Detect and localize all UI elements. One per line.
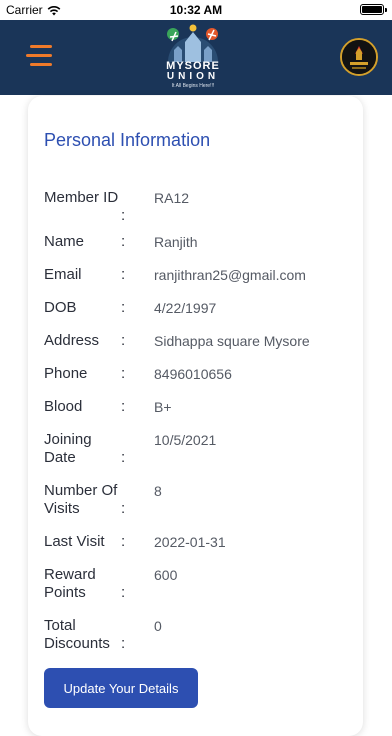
field-colon: : bbox=[121, 533, 126, 550]
update-details-button[interactable]: Update Your Details bbox=[44, 668, 198, 708]
field-colon: : bbox=[121, 398, 126, 415]
field-label: Total Discounts bbox=[44, 617, 110, 652]
field-label: Blood bbox=[44, 398, 83, 415]
mysore-union-logo: MYSORE UNION It All Begins Here!!! bbox=[160, 24, 226, 90]
field-colon: : bbox=[121, 299, 126, 316]
field-value: 8496010656 bbox=[154, 366, 232, 382]
field-value: ranjithran25@gmail.com bbox=[154, 267, 306, 283]
clock: 10:32 AM bbox=[169, 3, 223, 17]
field-colon: : bbox=[121, 635, 126, 652]
section-title: Personal Information bbox=[44, 130, 211, 150]
field-value: 8 bbox=[154, 483, 162, 499]
field-value: 0 bbox=[154, 618, 162, 634]
field-colon: : bbox=[121, 266, 126, 283]
field-label: Joining Date bbox=[44, 431, 92, 466]
field-colon: : bbox=[121, 365, 126, 382]
field-value: 4/22/1997 bbox=[154, 300, 217, 316]
logo-subtitle: UNION bbox=[166, 71, 220, 82]
battery-icon bbox=[360, 4, 387, 15]
field-value: 600 bbox=[154, 567, 178, 583]
field-value: B+ bbox=[154, 399, 172, 415]
field-colon: : bbox=[121, 584, 126, 601]
field-label: Number Of Visits bbox=[44, 482, 118, 517]
personal-info-card: Personal Information Member ID : RA12 Na… bbox=[28, 96, 363, 736]
logo-emblem bbox=[167, 24, 218, 62]
field-label: Member ID bbox=[44, 189, 119, 206]
field-value: 10/5/2021 bbox=[154, 432, 217, 448]
field-colon: : bbox=[121, 332, 126, 349]
field-colon: : bbox=[121, 233, 126, 250]
app-header: MYSORE UNION It All Begins Here!!! bbox=[0, 20, 392, 95]
field-label: Name bbox=[44, 233, 85, 250]
field-label: Reward Points bbox=[44, 566, 96, 601]
field-value: Ranjith bbox=[154, 234, 198, 250]
field-label: Email bbox=[44, 266, 82, 283]
field-colon: : bbox=[121, 449, 126, 466]
field-label: DOB bbox=[44, 299, 77, 316]
field-colon: : bbox=[121, 207, 126, 224]
profile-image bbox=[342, 40, 376, 74]
field-value: 2022-01-31 bbox=[154, 534, 226, 550]
field-value: Sidhappa square Mysore bbox=[154, 333, 310, 349]
field-colon: : bbox=[121, 500, 126, 517]
hamburger-menu-icon[interactable] bbox=[26, 45, 52, 67]
field-label: Phone bbox=[44, 365, 88, 382]
status-bar: Carrier 10:32 AM bbox=[0, 0, 392, 20]
profile-avatar[interactable] bbox=[340, 38, 378, 76]
logo-tagline: It All Begins Here!!! bbox=[171, 83, 215, 89]
field-value: RA12 bbox=[154, 190, 190, 206]
field-label: Address bbox=[44, 332, 100, 349]
field-label: Last Visit bbox=[44, 533, 105, 550]
